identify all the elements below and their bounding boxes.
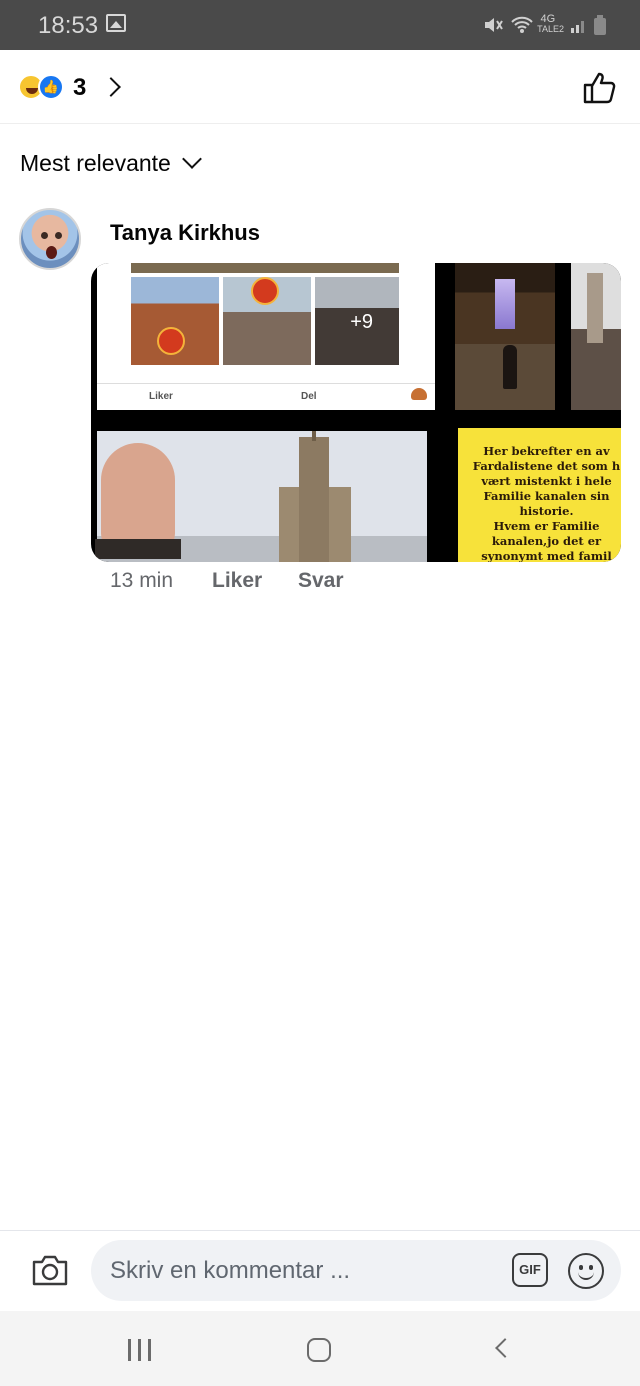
sticker-icon bbox=[157, 327, 185, 355]
home-icon[interactable] bbox=[307, 1338, 331, 1362]
inner-share-label: Del bbox=[301, 391, 317, 402]
emoji-eye bbox=[579, 1265, 583, 1270]
inner-like-label: Liker bbox=[149, 391, 173, 402]
comment-media[interactable]: +9 Liker Del Her bekrefter en av Fardali… bbox=[91, 263, 621, 562]
reaction-count: 3 bbox=[73, 74, 87, 101]
recents-bar bbox=[138, 1339, 141, 1361]
recents-icon[interactable] bbox=[128, 1339, 152, 1361]
like-reaction-icon: 👍 bbox=[38, 74, 64, 100]
gif-icon[interactable]: GIF bbox=[512, 1253, 548, 1287]
selfie-face bbox=[95, 443, 181, 559]
palace-tower bbox=[587, 273, 603, 343]
media-text-panel: Her bekrefter en av Fardalistene det som… bbox=[458, 428, 621, 562]
avatar-eye bbox=[55, 232, 62, 239]
comment-author[interactable]: Tanya Kirkhus bbox=[110, 220, 260, 246]
media-day-photo bbox=[571, 263, 621, 410]
gallery-icon bbox=[106, 14, 126, 32]
reactions-bar[interactable]: 👍 3 bbox=[0, 50, 640, 124]
avatar[interactable] bbox=[19, 208, 81, 270]
inner-post-actions: Liker Del bbox=[97, 383, 435, 407]
camera-icon[interactable] bbox=[31, 1254, 69, 1286]
person-silhouette bbox=[503, 345, 517, 389]
chevron-right-icon bbox=[101, 77, 121, 97]
sticker-icon bbox=[251, 277, 279, 305]
comment-composer: Skriv en kommentar ... GIF bbox=[0, 1231, 640, 1311]
emoji-icon[interactable] bbox=[568, 1253, 604, 1289]
media-selfie-photo bbox=[95, 431, 427, 562]
comment-input[interactable]: Skriv en kommentar ... GIF bbox=[91, 1240, 621, 1301]
media-screenshot-panel: +9 Liker Del bbox=[97, 263, 435, 410]
comment-like-button[interactable]: Liker bbox=[212, 569, 298, 593]
carrier-label: TALE2 bbox=[537, 24, 564, 34]
status-bar: 18:53 4G TALE2 bbox=[0, 0, 640, 50]
wifi-icon bbox=[511, 16, 534, 33]
recents-bar bbox=[128, 1339, 131, 1361]
system-icons: 4G TALE2 bbox=[482, 12, 606, 38]
comments-sheet: 👍 3 Mest relevante Tanya Kirkhus +9 Like… bbox=[0, 50, 640, 1310]
media-thumbnail-more: +9 bbox=[315, 277, 399, 365]
avatar-mouth bbox=[46, 246, 57, 259]
comment-reply-button[interactable]: Svar bbox=[298, 569, 344, 593]
media-strip bbox=[131, 263, 399, 273]
selfie-shirt bbox=[95, 539, 181, 559]
comment-input-placeholder: Skriv en kommentar ... bbox=[110, 1257, 351, 1284]
more-count: +9 bbox=[350, 311, 373, 333]
palace-center bbox=[299, 437, 329, 562]
signal-icon bbox=[571, 21, 584, 33]
chevron-down-icon bbox=[181, 149, 202, 169]
back-icon[interactable] bbox=[495, 1338, 515, 1358]
comment-time: 13 min bbox=[110, 569, 174, 592]
battery-icon bbox=[594, 15, 606, 35]
palace-spire bbox=[312, 431, 316, 441]
sort-label: Mest relevante bbox=[20, 149, 171, 176]
system-nav-bar bbox=[0, 1311, 640, 1386]
thumbs-up-icon[interactable] bbox=[580, 68, 620, 108]
sort-dropdown[interactable]: Mest relevante bbox=[20, 148, 202, 178]
download-icon bbox=[411, 388, 427, 400]
recents-bar bbox=[148, 1339, 151, 1361]
comment-meta: 13 min Liker Svar bbox=[110, 568, 344, 594]
palace-tower bbox=[495, 279, 515, 329]
emoji-mouth bbox=[578, 1271, 594, 1280]
palace-building bbox=[269, 431, 361, 562]
emoji-eye bbox=[589, 1265, 593, 1270]
mute-icon bbox=[485, 18, 504, 32]
media-night-photo bbox=[455, 263, 555, 410]
reaction-icons: 👍 bbox=[18, 74, 68, 100]
avatar-eye bbox=[41, 232, 48, 239]
status-time: 18:53 bbox=[38, 12, 99, 39]
